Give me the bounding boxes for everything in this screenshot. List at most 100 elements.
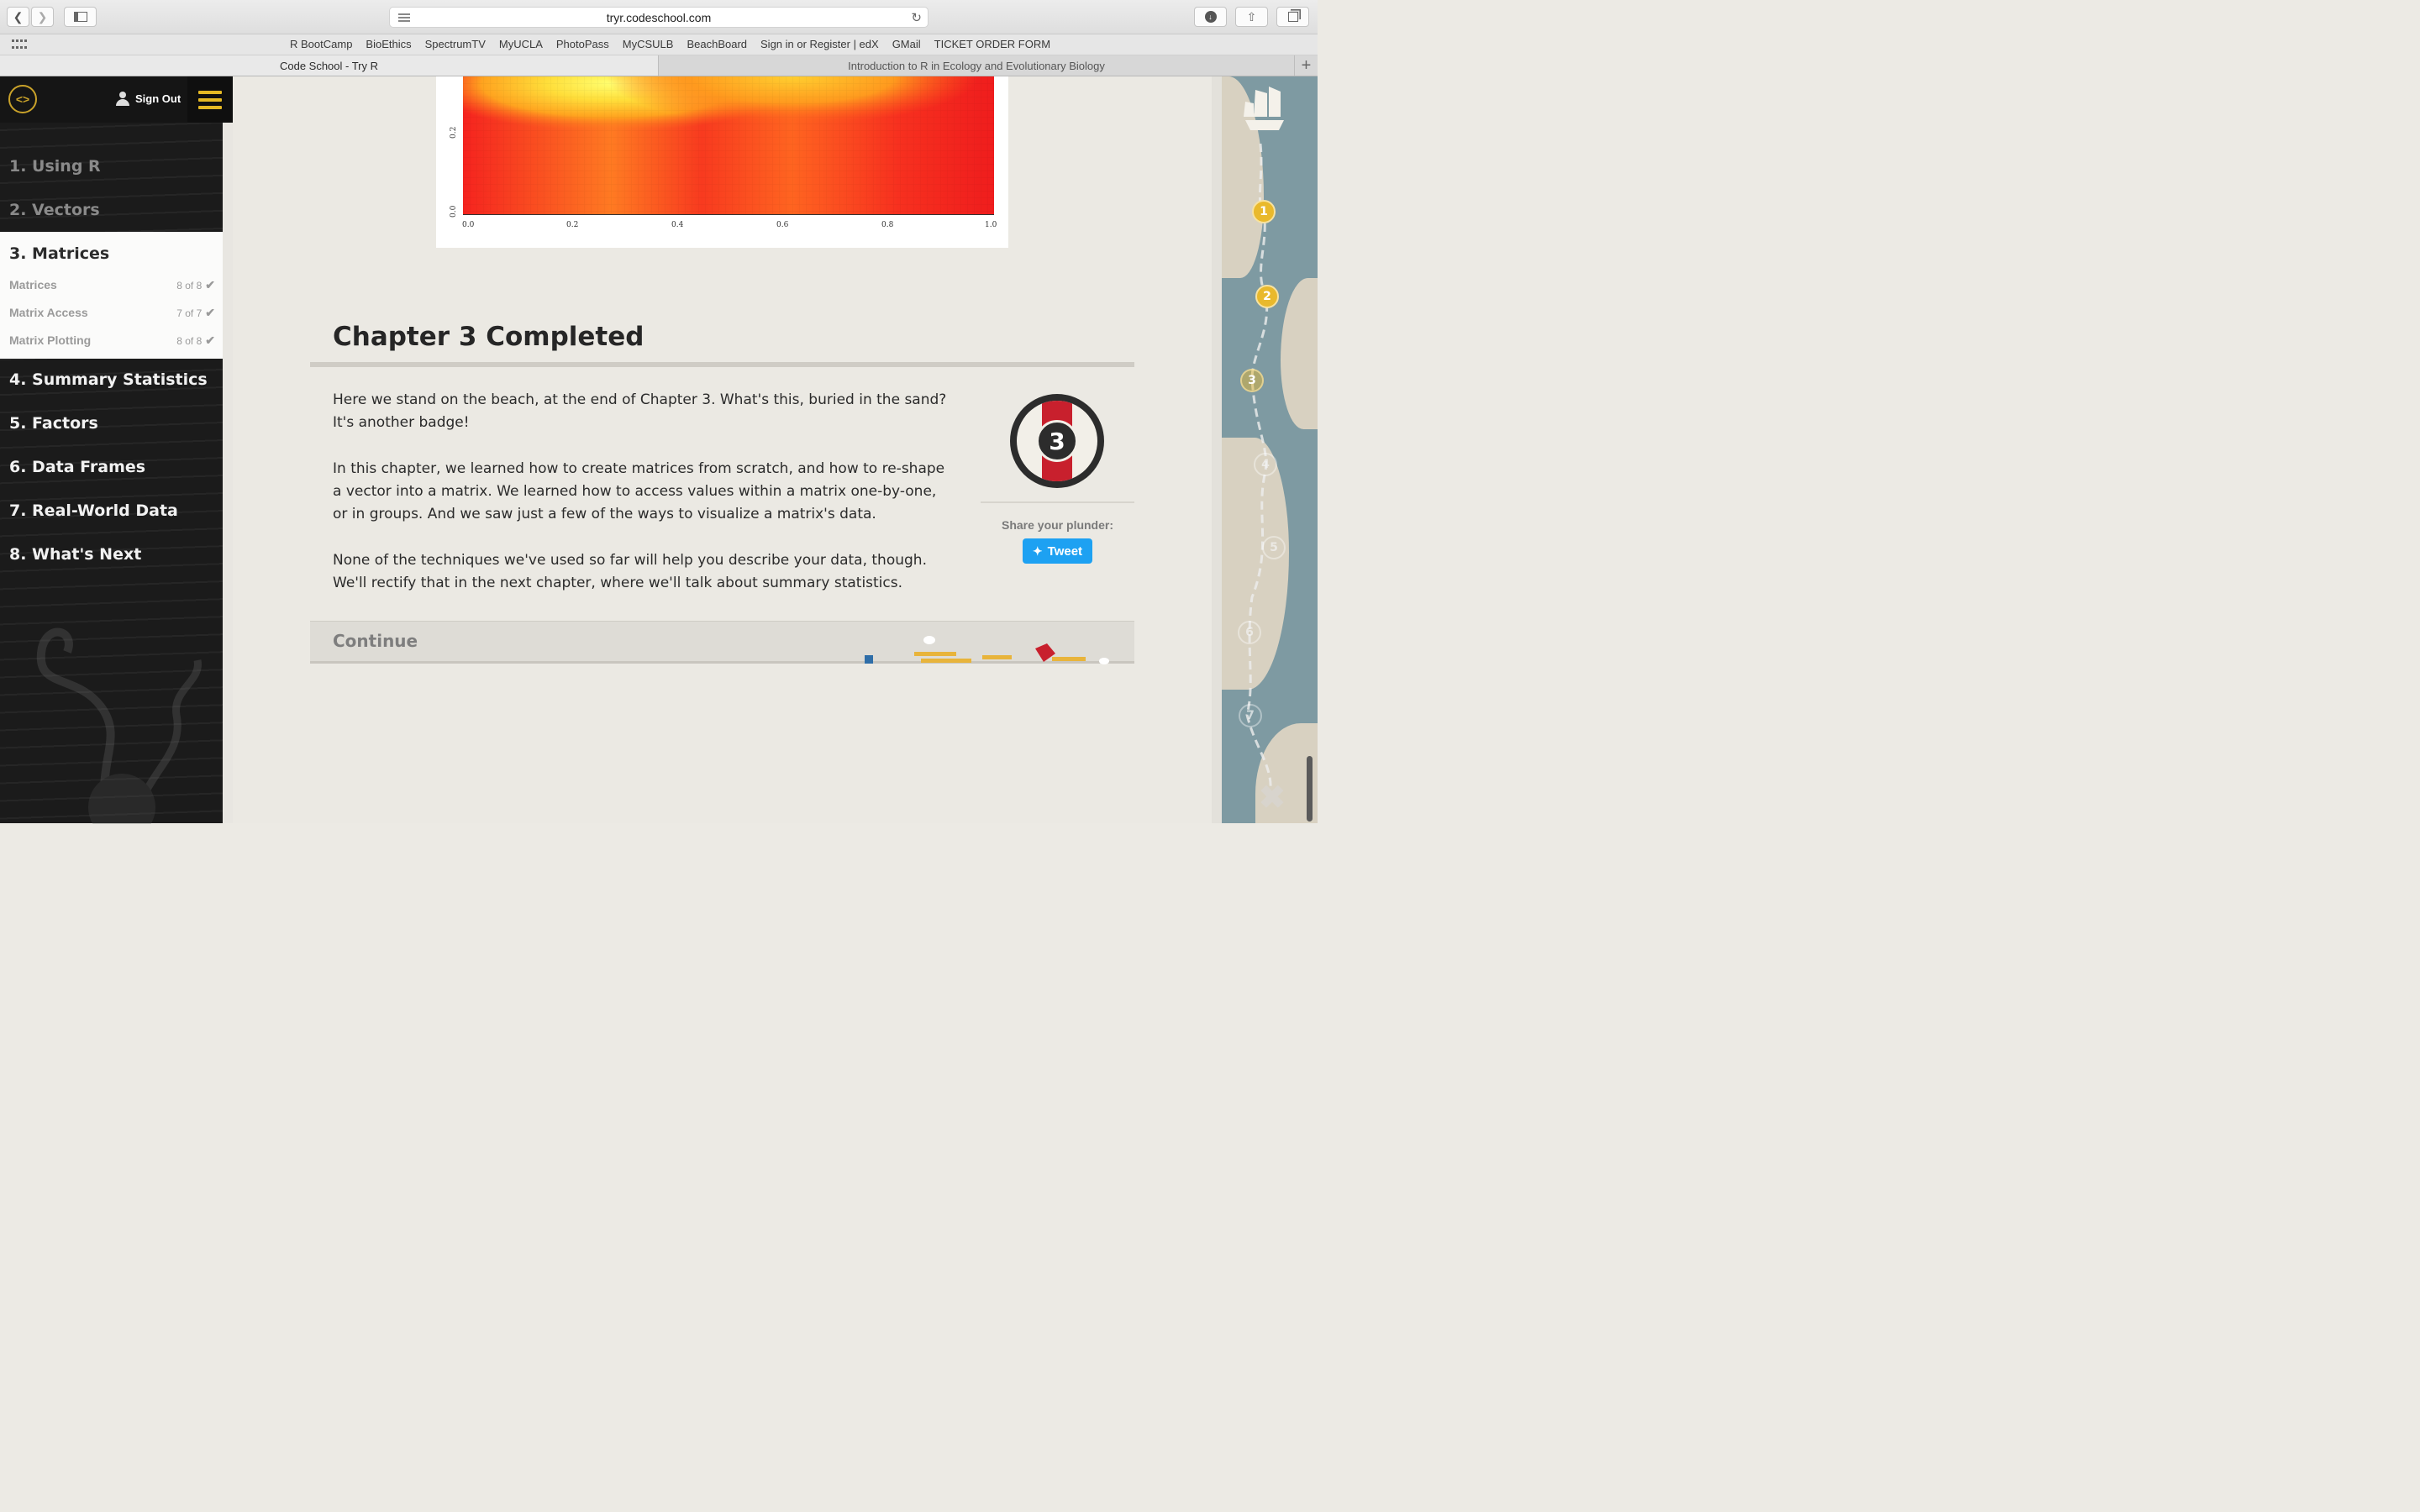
heatmap-plot: 0.2 0.0 0.0 0.2 0.4 0.6 0.8 1.0 — [436, 76, 1008, 248]
lesson-content: 0.2 0.0 0.0 0.2 0.4 0.6 0.8 1.0 Chapter … — [233, 76, 1222, 823]
bookmark-link[interactable]: BioEthics — [366, 38, 411, 50]
course-map: 1 2 3 4 5 6 7 ✖ — [1222, 76, 1318, 823]
paragraph: Here we stand on the beach, at the end o… — [333, 391, 947, 431]
downloads-button[interactable]: ↓ — [1194, 7, 1227, 27]
sidebar-item-factors[interactable]: 5. Factors — [9, 414, 98, 433]
x-tick-label: 0.8 — [881, 221, 894, 229]
download-icon: ↓ — [1204, 11, 1217, 23]
ship-icon — [1239, 83, 1289, 135]
lesson-item-matrices[interactable]: Matrices 8 of 8 ✔ — [9, 278, 215, 292]
sidebar-item-matrices-expanded: 3. Matrices Matrices 8 of 8 ✔ Matrix Acce… — [0, 232, 233, 359]
sidebar-item-real-world-data[interactable]: 7. Real-World Data — [9, 501, 178, 520]
continue-button[interactable]: Continue — [310, 621, 1134, 664]
sidebar-icon — [73, 12, 87, 22]
x-tick-label: 1.0 — [985, 221, 997, 229]
lesson-label: Matrix Access — [9, 306, 88, 319]
x-tick-label: 0.2 — [566, 221, 579, 229]
tab-bar: Code School - Try R Introduction to R in… — [0, 55, 1318, 76]
forward-button[interactable]: ❯ — [31, 7, 54, 27]
chevron-right-icon: ❯ — [37, 9, 48, 24]
lesson-item-matrix-access[interactable]: Matrix Access 7 of 7 ✔ — [9, 306, 215, 320]
paragraph: In this chapter, we learned how to creat… — [333, 460, 945, 522]
bookmark-link[interactable]: BeachBoard — [687, 38, 747, 50]
sidebar-item-summary-statistics[interactable]: 4. Summary Statistics — [9, 370, 208, 389]
bookmark-link[interactable]: R BootCamp — [290, 38, 352, 50]
tabs-overview-button[interactable] — [1276, 7, 1309, 27]
x-axis-line — [463, 214, 994, 215]
tab-code-school[interactable]: Code School - Try R — [0, 55, 659, 76]
treasure-illustration — [865, 636, 1109, 664]
new-tab-button[interactable]: + — [1294, 55, 1318, 76]
address-bar[interactable]: tryr.codeschool.com ↻ — [389, 7, 929, 28]
map-marker-chapter-5[interactable]: 5 — [1262, 536, 1286, 559]
sidebar-item-vectors[interactable]: 2. Vectors — [9, 201, 100, 219]
url-text: tryr.codeschool.com — [606, 10, 712, 24]
badge-number: 3 — [1036, 420, 1078, 462]
bookmark-link[interactable]: SpectrumTV — [425, 38, 486, 50]
tab-intro-r-ecology[interactable]: Introduction to R in Ecology and Evoluti… — [659, 55, 1294, 76]
chapter-title: Chapter 3 Completed — [333, 322, 644, 352]
lesson-count: 8 of 8 — [176, 335, 203, 347]
sidebar-item-using-r[interactable]: 1. Using R — [9, 157, 101, 176]
tweet-label: Tweet — [1047, 543, 1083, 559]
checkmark-icon: ✔ — [205, 306, 215, 319]
treasure-x-icon: ✖ — [1259, 780, 1286, 816]
lesson-label: Matrices — [9, 278, 57, 291]
hamburger-menu-button[interactable] — [187, 76, 233, 123]
sidebar-scrollbar[interactable] — [223, 123, 233, 823]
map-marker-chapter-3[interactable]: 3 — [1240, 369, 1264, 392]
map-marker-chapter-4[interactable]: 4 — [1254, 453, 1277, 476]
bookmark-link[interactable]: Sign in or Register | edX — [760, 38, 879, 50]
tabs-icon — [1287, 12, 1298, 22]
map-marker-chapter-2[interactable]: 2 — [1255, 285, 1279, 308]
lesson-count: 8 of 8 — [176, 280, 203, 291]
paragraph: None of the techniques we've used so far… — [333, 552, 927, 591]
share-icon: ⇧ — [1246, 9, 1257, 24]
share-button[interactable]: ⇧ — [1235, 7, 1268, 27]
map-path — [1245, 143, 1272, 791]
bookmark-link[interactable]: MyUCLA — [499, 38, 543, 50]
bookmark-link[interactable]: TICKET ORDER FORM — [934, 38, 1050, 50]
x-tick-label: 0.0 — [462, 221, 475, 229]
lesson-item-matrix-plotting[interactable]: Matrix Plotting 8 of 8 ✔ — [9, 333, 215, 348]
checkmark-icon: ✔ — [205, 333, 215, 347]
bookmark-link[interactable]: GMail — [892, 38, 921, 50]
page-scrollbar[interactable] — [1307, 756, 1313, 822]
sign-out-button[interactable]: Sign Out — [115, 92, 181, 106]
map-divider — [1212, 76, 1222, 823]
back-button[interactable]: ❮ — [7, 7, 29, 27]
heatmap-image — [463, 76, 994, 214]
chapter-badge: 3 — [1010, 394, 1104, 488]
sidebar-item-matrices[interactable]: 3. Matrices — [9, 244, 109, 263]
x-tick-label: 0.4 — [671, 221, 684, 229]
browser-toolbar: ❮ ❯ tryr.codeschool.com ↻ ↓ ⇧ — [0, 0, 1318, 34]
chevron-left-icon: ❮ — [13, 9, 24, 24]
bookmark-link[interactable]: PhotoPass — [556, 38, 609, 50]
reader-icon — [398, 13, 410, 24]
sidebar-item-data-frames[interactable]: 6. Data Frames — [9, 458, 145, 476]
bookmarks-bar: R BootCamp BioEthics SpectrumTV MyUCLA P… — [0, 34, 1318, 55]
plus-icon: + — [1301, 55, 1312, 75]
map-marker-chapter-7[interactable]: 7 — [1239, 704, 1262, 727]
grid-icon[interactable] — [12, 39, 27, 50]
share-label: Share your plunder: — [1001, 518, 1114, 532]
bookmark-link[interactable]: MyCSULB — [623, 38, 674, 50]
y-tick-label: 0.2 — [450, 126, 458, 139]
reload-icon[interactable]: ↻ — [911, 10, 922, 25]
sidebar-header: <> Sign Out — [0, 76, 233, 123]
sidebar-toggle-button[interactable] — [64, 7, 97, 27]
continue-label: Continue — [333, 631, 418, 651]
tweet-button[interactable]: ✦ Tweet — [1023, 538, 1092, 564]
map-marker-chapter-1[interactable]: 1 — [1252, 200, 1276, 223]
lesson-label: Matrix Plotting — [9, 333, 92, 347]
twitter-bird-icon: ✦ — [1032, 543, 1043, 558]
kraken-illustration — [36, 627, 202, 824]
sidebar-item-whats-next[interactable]: 8. What's Next — [9, 545, 141, 564]
code-school-logo-icon[interactable]: <> — [8, 85, 37, 113]
x-tick-label: 0.6 — [776, 221, 789, 229]
badge-divider — [981, 501, 1134, 503]
lesson-count: 7 of 7 — [176, 307, 203, 319]
course-sidebar: <> Sign Out 1. Using R 2. Vectors 3. Mat… — [0, 76, 233, 824]
map-marker-chapter-6[interactable]: 6 — [1238, 621, 1261, 644]
checkmark-icon: ✔ — [205, 278, 215, 291]
